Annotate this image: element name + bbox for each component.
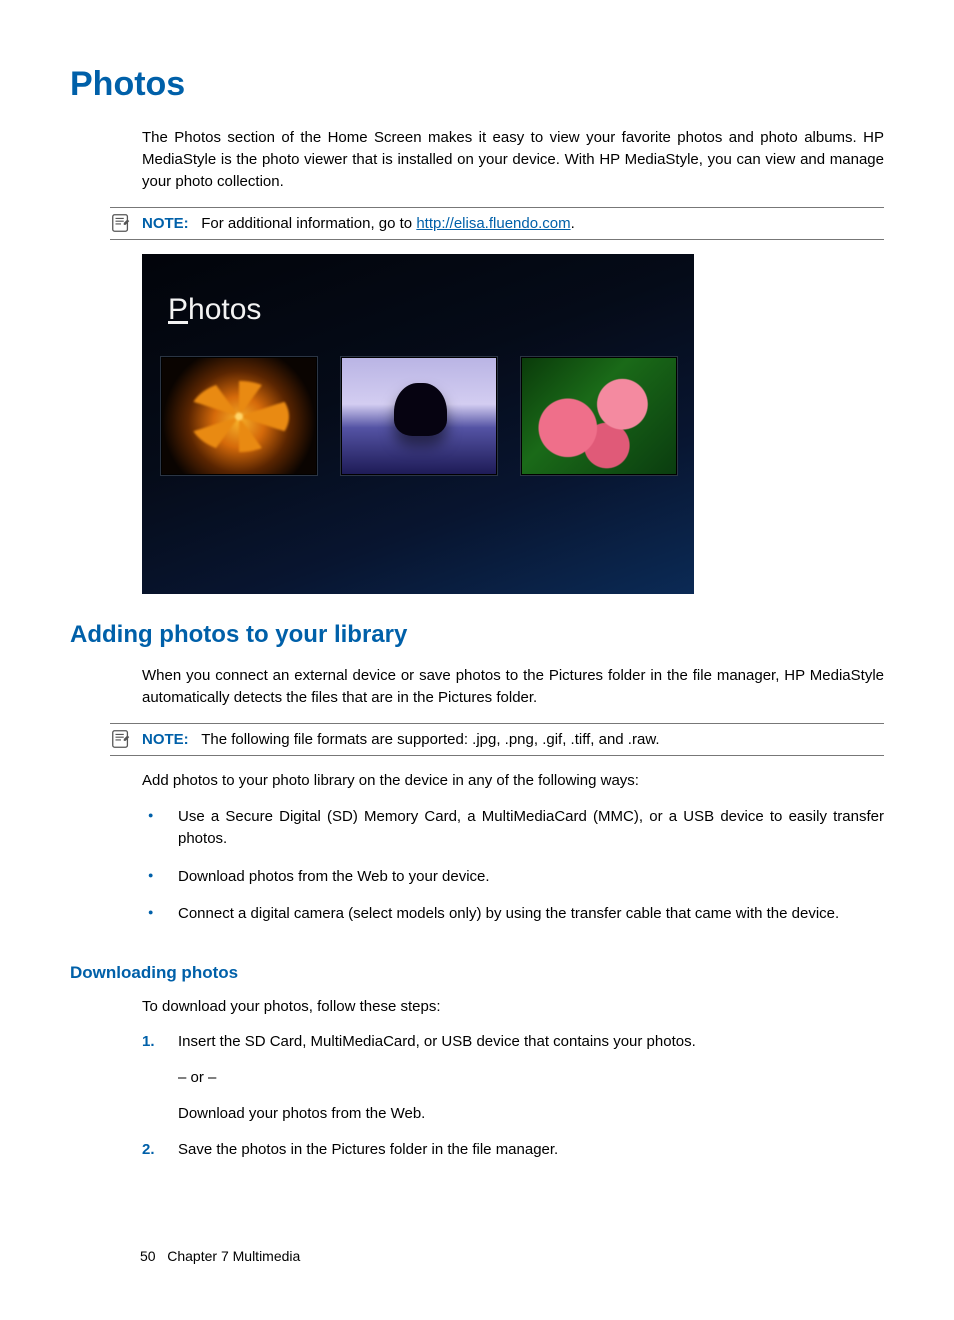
list-item: Connect a digital camera (select models …	[142, 903, 884, 941]
adding-paragraph-1: When you connect an external device or s…	[142, 665, 884, 709]
step-line: – or –	[178, 1067, 884, 1089]
photo-thumbnail-3	[520, 356, 678, 476]
list-item: Download photos from the Web to your dev…	[142, 866, 884, 904]
page-number: 50	[140, 1248, 156, 1264]
note-icon	[110, 728, 132, 750]
page-footer: 50 Chapter 7 Multimedia	[140, 1246, 300, 1266]
list-item: Use a Secure Digital (SD) Memory Card, a…	[142, 806, 884, 866]
photo-thumbnail-2	[340, 356, 498, 476]
note-file-formats: NOTE: The following file formats are sup…	[110, 723, 884, 757]
note-label: NOTE:	[142, 731, 189, 748]
intro-paragraph: The Photos section of the Home Screen ma…	[142, 127, 884, 192]
download-paragraph: To download your photos, follow these st…	[142, 996, 884, 1018]
step-line: Save the photos in the Pictures folder i…	[178, 1139, 884, 1161]
download-steps: Insert the SD Card, MultiMediaCard, or U…	[142, 1031, 884, 1160]
note-icon	[110, 212, 132, 234]
chapter-label: Chapter 7 Multimedia	[167, 1248, 300, 1264]
step-2: Save the photos in the Pictures folder i…	[142, 1139, 884, 1161]
note-text-after: .	[571, 215, 575, 232]
photos-screenshot: Photos	[142, 254, 694, 594]
note-additional-info: NOTE: For additional information, go to …	[110, 207, 884, 241]
step-1: Insert the SD Card, MultiMediaCard, or U…	[142, 1031, 884, 1124]
step-line: Insert the SD Card, MultiMediaCard, or U…	[178, 1031, 884, 1053]
section-downloading-photos: Downloading photos	[70, 961, 884, 986]
note-label: NOTE:	[142, 215, 189, 232]
photo-thumbnail-1	[160, 356, 318, 476]
elisa-link[interactable]: http://elisa.fluendo.com	[416, 215, 570, 232]
note-text-before: For additional information, go to	[201, 215, 416, 232]
section-adding-photos: Adding photos to your library	[70, 618, 884, 653]
adding-bullets: Use a Secure Digital (SD) Memory Card, a…	[142, 806, 884, 941]
page-title: Photos	[70, 60, 884, 109]
screenshot-title: Photos	[168, 288, 261, 332]
step-line: Download your photos from the Web.	[178, 1103, 884, 1125]
note-formats-text: The following file formats are supported…	[201, 731, 659, 748]
adding-paragraph-2: Add photos to your photo library on the …	[142, 770, 884, 792]
